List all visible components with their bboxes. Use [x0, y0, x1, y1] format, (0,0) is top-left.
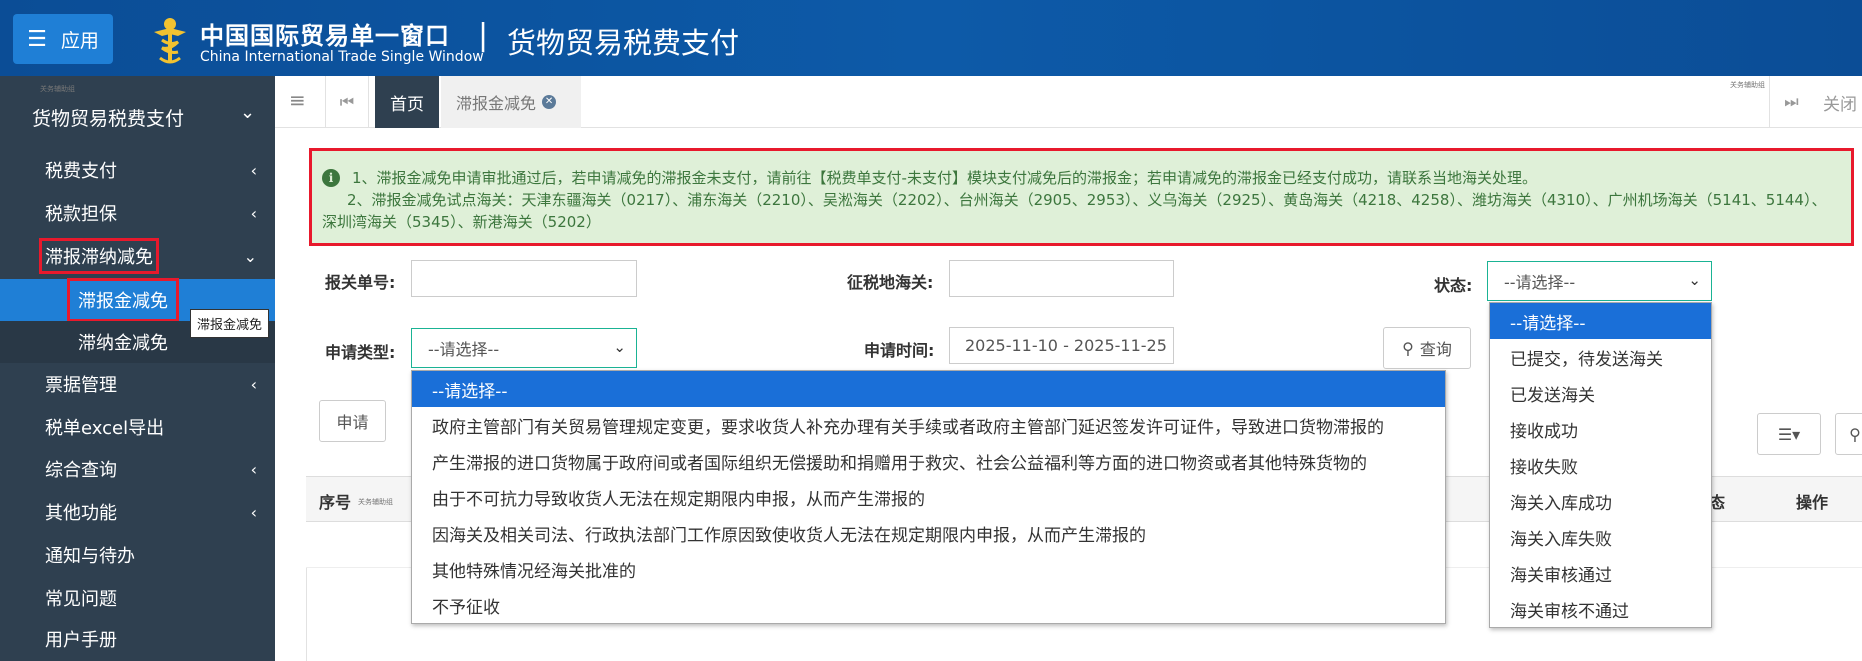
- chevron-down-icon: ⌄: [1688, 271, 1701, 289]
- sidebar-item-other[interactable]: 其他功能 ‹: [0, 492, 275, 532]
- chevron-left-icon: ‹: [250, 160, 257, 180]
- chevron-left-icon: ‹: [250, 459, 257, 479]
- app-menu-label: 应用: [60, 29, 99, 52]
- tab-scroll-right-icon[interactable]: ⏭: [1769, 76, 1813, 128]
- sidebar-item-tax-payment[interactable]: 税费支付 ‹: [0, 150, 275, 190]
- search-icon: ⚲: [1402, 338, 1414, 358]
- hamburger-icon: ☰: [27, 26, 47, 52]
- dropdown-option[interactable]: 海关入库失败: [1490, 519, 1711, 555]
- top-header: ☰ 应用 中国国际贸易单一窗口 China International Trad…: [0, 0, 1862, 76]
- notice-alert: i 1、滞报金减免申请审批通过后，若申请减免的滞报金未支付，请前往【税费单支付-…: [309, 148, 1854, 246]
- list-view-toggle-icon[interactable]: ☰▾: [1757, 413, 1821, 455]
- dropdown-option[interactable]: 接收成功: [1490, 411, 1711, 447]
- dropdown-option[interactable]: 政府主管部门有关贸易管理规定变更，要求收货人补充办理有关手续或者政府主管部门延迟…: [412, 407, 1445, 443]
- close-tabs-button[interactable]: 关闭: [1823, 90, 1857, 115]
- chevron-left-icon: ‹: [250, 502, 257, 522]
- dropdown-option[interactable]: 已提交，待发送海关: [1490, 339, 1711, 375]
- chevron-down-icon[interactable]: ⌄: [240, 102, 255, 123]
- table-watermark: 关务辅助组: [358, 498, 393, 506]
- chevron-down-icon: ⌄: [243, 246, 257, 266]
- sidebar-item-faq[interactable]: 常见问题: [0, 578, 275, 618]
- tabbar-watermark: 关务辅助组: [1730, 81, 1765, 89]
- dropdown-option[interactable]: 接收失败: [1490, 447, 1711, 483]
- notice-line-2: 2、滞报金减免试点海关：天津东疆海关（0217）、浦东海关（2210）、吴淞海关…: [322, 191, 1827, 231]
- brand-name-en: China International Trade Single Window: [200, 49, 484, 65]
- notice-line-1: 1、滞报金减免申请审批通过后，若申请减免的滞报金未支付，请前往【税费单支付-未支…: [352, 169, 1537, 187]
- brand-separator: |: [478, 18, 489, 53]
- tab-home[interactable]: 首页: [375, 76, 439, 128]
- status-dropdown: --请选择-- 已提交，待发送海关 已发送海关 接收成功 接收失败 海关入库成功…: [1489, 302, 1712, 628]
- dropdown-option[interactable]: 已发送海关: [1490, 375, 1711, 411]
- query-button[interactable]: ⚲ 查询: [1383, 327, 1471, 369]
- app-menu-button[interactable]: ☰ 应用: [13, 14, 113, 64]
- dropdown-option[interactable]: 海关入库成功: [1490, 483, 1711, 519]
- customs-label: 征税地海关:: [847, 273, 934, 292]
- sidebar: 关务辅助组 货物贸易税费支付 ⌄ 税费支付 ‹ 税款担保 ‹ 滞报滞纳减免 ⌄ 滞报金…: [0, 76, 275, 661]
- search-toggle-icon[interactable]: ⚲: [1835, 413, 1862, 455]
- sidebar-watermark: 关务辅助组: [40, 85, 75, 93]
- status-select[interactable]: --请选择-- ⌄: [1487, 261, 1712, 301]
- apply-type-dropdown: --请选择-- 政府主管部门有关贸易管理规定变更，要求收货人补充办理有关手续或者…: [411, 370, 1446, 624]
- dropdown-option[interactable]: --请选择--: [412, 371, 1445, 407]
- sidebar-title[interactable]: 货物贸易税费支付: [32, 104, 184, 131]
- column-header-actions: 操作: [1796, 493, 1829, 512]
- info-icon: i: [322, 169, 340, 187]
- apply-button[interactable]: 申请: [319, 400, 386, 442]
- dropdown-option[interactable]: 因海关及相关司法、行政执法部门工作原因致使收货人无法在规定期限内申报，从而产生滞…: [412, 515, 1445, 551]
- chevron-down-icon: ⌄: [613, 338, 626, 356]
- sidebar-item-late-fee-relief[interactable]: 滞报滞纳减免 ⌄: [0, 236, 275, 276]
- dropdown-option[interactable]: 产生滞报的进口货物属于政府间或者国际组织无偿援助和捐赠用于救灾、社会公益福利等方…: [412, 443, 1445, 479]
- tab-bar: ≡ ⏮ 首页 滞报金减免 ✕ 关务辅助组 ⏭ 关闭: [275, 76, 1862, 128]
- dropdown-option[interactable]: 海关审核通过: [1490, 555, 1711, 591]
- tab-scroll-left-icon[interactable]: ⏮: [325, 76, 369, 128]
- dropdown-option[interactable]: 海关审核不通过: [1490, 591, 1711, 627]
- close-icon[interactable]: ✕: [542, 95, 557, 109]
- dropdown-option[interactable]: 其他特殊情况经海关批准的: [412, 551, 1445, 587]
- status-label: 状态:: [1434, 276, 1473, 295]
- chevron-left-icon: ‹: [250, 374, 257, 394]
- content-divider: [306, 568, 307, 661]
- customs-emblem-icon: [154, 18, 186, 64]
- sidebar-item-manual[interactable]: 用户手册: [0, 619, 275, 659]
- dropdown-option[interactable]: --请选择--: [1490, 303, 1711, 339]
- declaration-no-label: 报关单号:: [325, 273, 396, 292]
- customs-input[interactable]: [949, 260, 1174, 297]
- dropdown-option[interactable]: 不予征收: [412, 587, 1445, 623]
- sidebar-item-tax-guarantee[interactable]: 税款担保 ‹: [0, 193, 275, 233]
- apply-time-label: 申请时间:: [864, 341, 935, 360]
- sidebar-item-query[interactable]: 综合查询 ‹: [0, 449, 275, 489]
- menu-toggle-icon[interactable]: ≡: [289, 88, 306, 112]
- column-header-index: 序号: [319, 493, 352, 512]
- tab-late-declaration-relief[interactable]: 滞报金减免 ✕: [441, 76, 581, 128]
- dropdown-option[interactable]: 由于不可抗力导致收货人无法在规定期限内申报，从而产生滞报的: [412, 479, 1445, 515]
- chevron-left-icon: ‹: [250, 203, 257, 223]
- apply-type-select[interactable]: --请选择-- ⌄: [411, 328, 637, 368]
- apply-type-label: 申请类型:: [325, 343, 396, 362]
- declaration-no-input[interactable]: [411, 260, 637, 297]
- sidebar-tooltip: 滞报金减免: [190, 309, 270, 338]
- sidebar-item-receipt-management[interactable]: 票据管理 ‹: [0, 364, 275, 404]
- brand-name-cn: 中国国际贸易单一窗口: [200, 22, 450, 50]
- module-title: 货物贸易税费支付: [507, 26, 740, 60]
- tab-label: 滞报金减免: [456, 94, 537, 113]
- apply-time-range-input[interactable]: 2025-11-10 - 2025-11-25: [949, 327, 1174, 364]
- sidebar-item-notifications[interactable]: 通知与待办: [0, 535, 275, 575]
- sidebar-item-excel-export[interactable]: 税单excel导出: [0, 407, 275, 447]
